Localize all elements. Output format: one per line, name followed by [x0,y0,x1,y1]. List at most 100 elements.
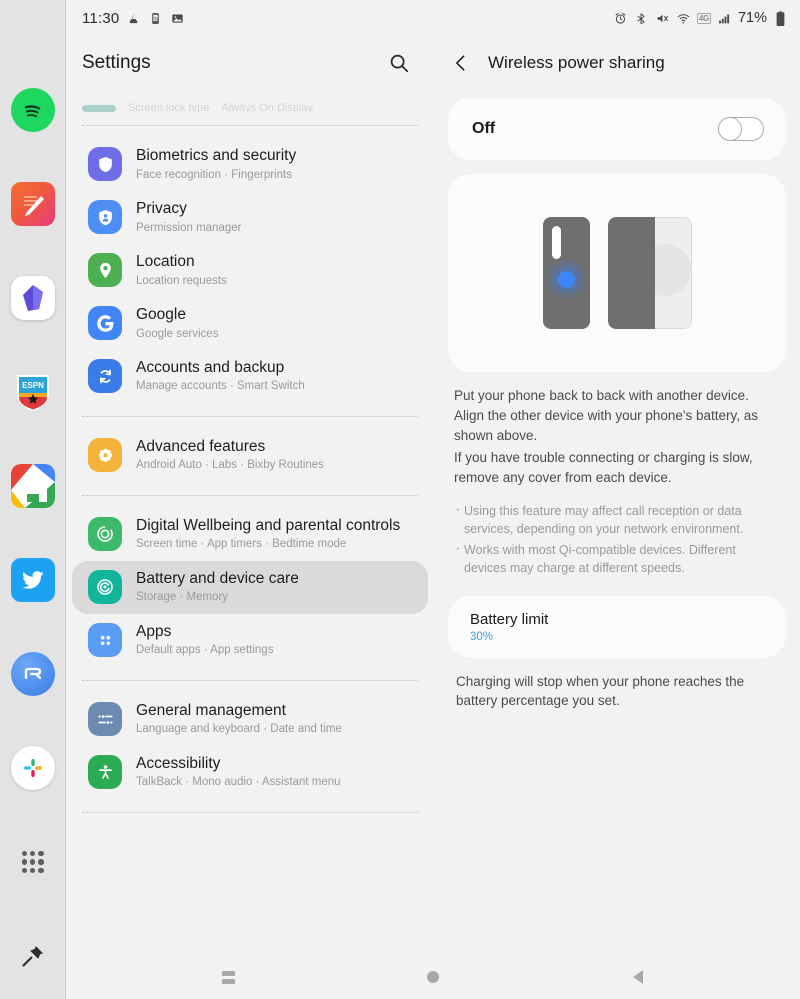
wifi-icon [676,11,691,26]
description-paragraph-1: Put your phone back to back with another… [454,388,759,443]
gallery-icon [170,11,185,26]
settings-pane: Settings Screen lock type Always On Disp… [66,36,434,955]
battery-limit-value: 30% [470,630,494,643]
sidebar-item-label: Battery and device care [136,569,299,587]
alarm-icon [613,11,628,26]
detail-title: Wireless power sharing [488,53,665,72]
wireless-power-sharing-toggle[interactable] [717,116,764,141]
phone-camera-bar [551,226,561,259]
sidebar-item-accounts-and-backup[interactable]: Accounts and backup Manage accounts · Sm… [72,350,428,403]
purple-app-icon[interactable] [10,276,55,320]
sidebar-item-sublabel: Google services [136,327,219,340]
sync-icon [88,359,122,394]
back-icon[interactable] [618,957,658,997]
slack-icon[interactable] [10,746,55,790]
battery-care-icon [88,570,122,605]
sidebar-item-apps[interactable]: Apps Default apps · App settings [72,614,428,667]
sidebar-item-sublabel: Screen time · App timers · Bedtime mode [136,538,347,551]
standard-phone-illustration [542,217,590,329]
wireless-power-sharing-toggle-card[interactable]: Off [448,98,786,160]
sidebar-item-sublabel: Face recognition · Fingerprints [136,168,292,181]
divider [82,125,418,126]
sidebar-item-digital-wellbeing[interactable]: Digital Wellbeing and parental controls … [72,508,428,561]
sidebar-item-label: Accessibility [136,754,221,772]
sidebar-item-label: Apps [136,622,172,640]
sidebar-item-sublabel: Language and keyboard · Date and time [136,723,342,736]
sidebar-item-accessibility[interactable]: Accessibility TalkBack · Mono audio · As… [72,746,428,799]
divider [82,811,418,813]
search-icon[interactable] [384,48,414,78]
wellbeing-icon [88,517,122,552]
recents-icon[interactable] [208,957,248,997]
sidebar-item-general-management[interactable]: General management Language and keyboard… [72,693,428,746]
sidebar-item-label: Advanced features [136,437,266,455]
sidebar-item-sublabel: Default apps · App settings [136,644,274,657]
privacy-shield-icon [88,200,122,235]
description-paragraph-2: If you have trouble connecting or chargi… [454,449,753,485]
sidebar-item-advanced-features[interactable]: Advanced features Android Auto · Labs · … [72,429,428,482]
notes-icon[interactable] [10,182,55,226]
home-icon[interactable] [413,957,453,997]
toggle-state-label: Off [472,120,496,137]
r-app-icon[interactable] [10,652,55,696]
clipped-icon [82,105,116,112]
sidebar-item-sublabel: Permission manager [136,221,242,234]
page-title: Settings [82,52,151,73]
detail-header: Wireless power sharing [434,36,800,90]
sidebar-item-biometrics-and-security[interactable]: Biometrics and security Face recognition… [72,138,428,191]
sidebar-item-battery-and-device-care[interactable]: Battery and device care Storage · Memory [72,560,428,614]
description-block: Put your phone back to back with another… [448,372,786,488]
divider [82,494,418,496]
espn-icon[interactable]: ESPN [11,370,55,414]
status-bar: 11:30 4G 71% [66,0,800,36]
foldable-front-panel [654,217,692,329]
sidebar-item-location[interactable]: Location Location requests [72,244,428,297]
chevron-left-icon[interactable] [444,46,478,80]
list-item-scrolled-off[interactable]: Screen lock type Always On Display [66,90,434,112]
spotify-icon[interactable] [10,88,55,132]
split-panes: Settings Screen lock type Always On Disp… [66,36,800,955]
sidebar-item-google[interactable]: Google Google services [72,297,428,350]
app-dock: ESPN [0,0,66,999]
sidebar-item-sublabel: TalkBack · Mono audio · Assistant menu [136,776,341,789]
foldable-back-panel [607,217,655,329]
gear-flower-icon [88,438,122,473]
sidebar-item-sublabel: Manage accounts · Smart Switch [136,380,305,393]
divider [82,415,418,417]
vibrate-icon [126,11,141,26]
detail-body: Off Put your phone back to back with ano… [434,90,800,955]
sidebar-item-sublabel: Location requests [136,274,227,287]
sidebar-item-label: Location [136,252,195,270]
sliders-icon [88,702,122,737]
note-bullet: Using this feature may affect call recep… [454,501,780,539]
mute-icon [655,11,670,26]
smart-view-icon [148,11,163,26]
apps-grid-icon[interactable] [11,840,55,884]
charging-coil-icon [547,260,585,298]
toggle-knob [717,116,742,141]
device-content: 11:30 4G 71% Settings Screen lock type A… [66,0,800,999]
sidebar-item-sublabel: Android Auto · Labs · Bixby Routines [136,459,324,472]
location-pin-icon [88,253,122,288]
status-bar-right: 4G 71% [613,10,788,26]
status-bar-left: 11:30 [82,10,185,27]
sidebar-item-label: Google [136,305,186,323]
settings-list[interactable]: Screen lock type Always On Display Biome… [66,90,434,955]
twitter-icon[interactable] [10,558,55,602]
battery-icon [773,10,788,26]
battery-limit-card[interactable]: Battery limit 30% [448,595,786,658]
google-home-icon[interactable] [10,464,55,508]
pin-icon[interactable] [11,934,55,978]
detail-pane: Wireless power sharing Off Put your phon… [434,36,800,955]
sidebar-item-label: Accounts and backup [136,358,285,376]
settings-header: Settings [66,36,434,90]
network-4g-icon: 4G [696,12,711,24]
clipped-label: Screen lock type [128,102,210,112]
wireless-sharing-illustration [448,174,786,372]
battery-limit-note: Charging will stop when your phone reach… [456,673,745,709]
notes-block: Using this feature may affect call recep… [448,488,786,578]
status-clock: 11:30 [82,9,120,27]
sidebar-item-privacy[interactable]: Privacy Permission manager [72,191,428,244]
sidebar-item-label: Privacy [136,199,187,217]
phone-screenshot: ESPN 11:30 4G 71% Settings Screen lock t… [0,0,800,999]
